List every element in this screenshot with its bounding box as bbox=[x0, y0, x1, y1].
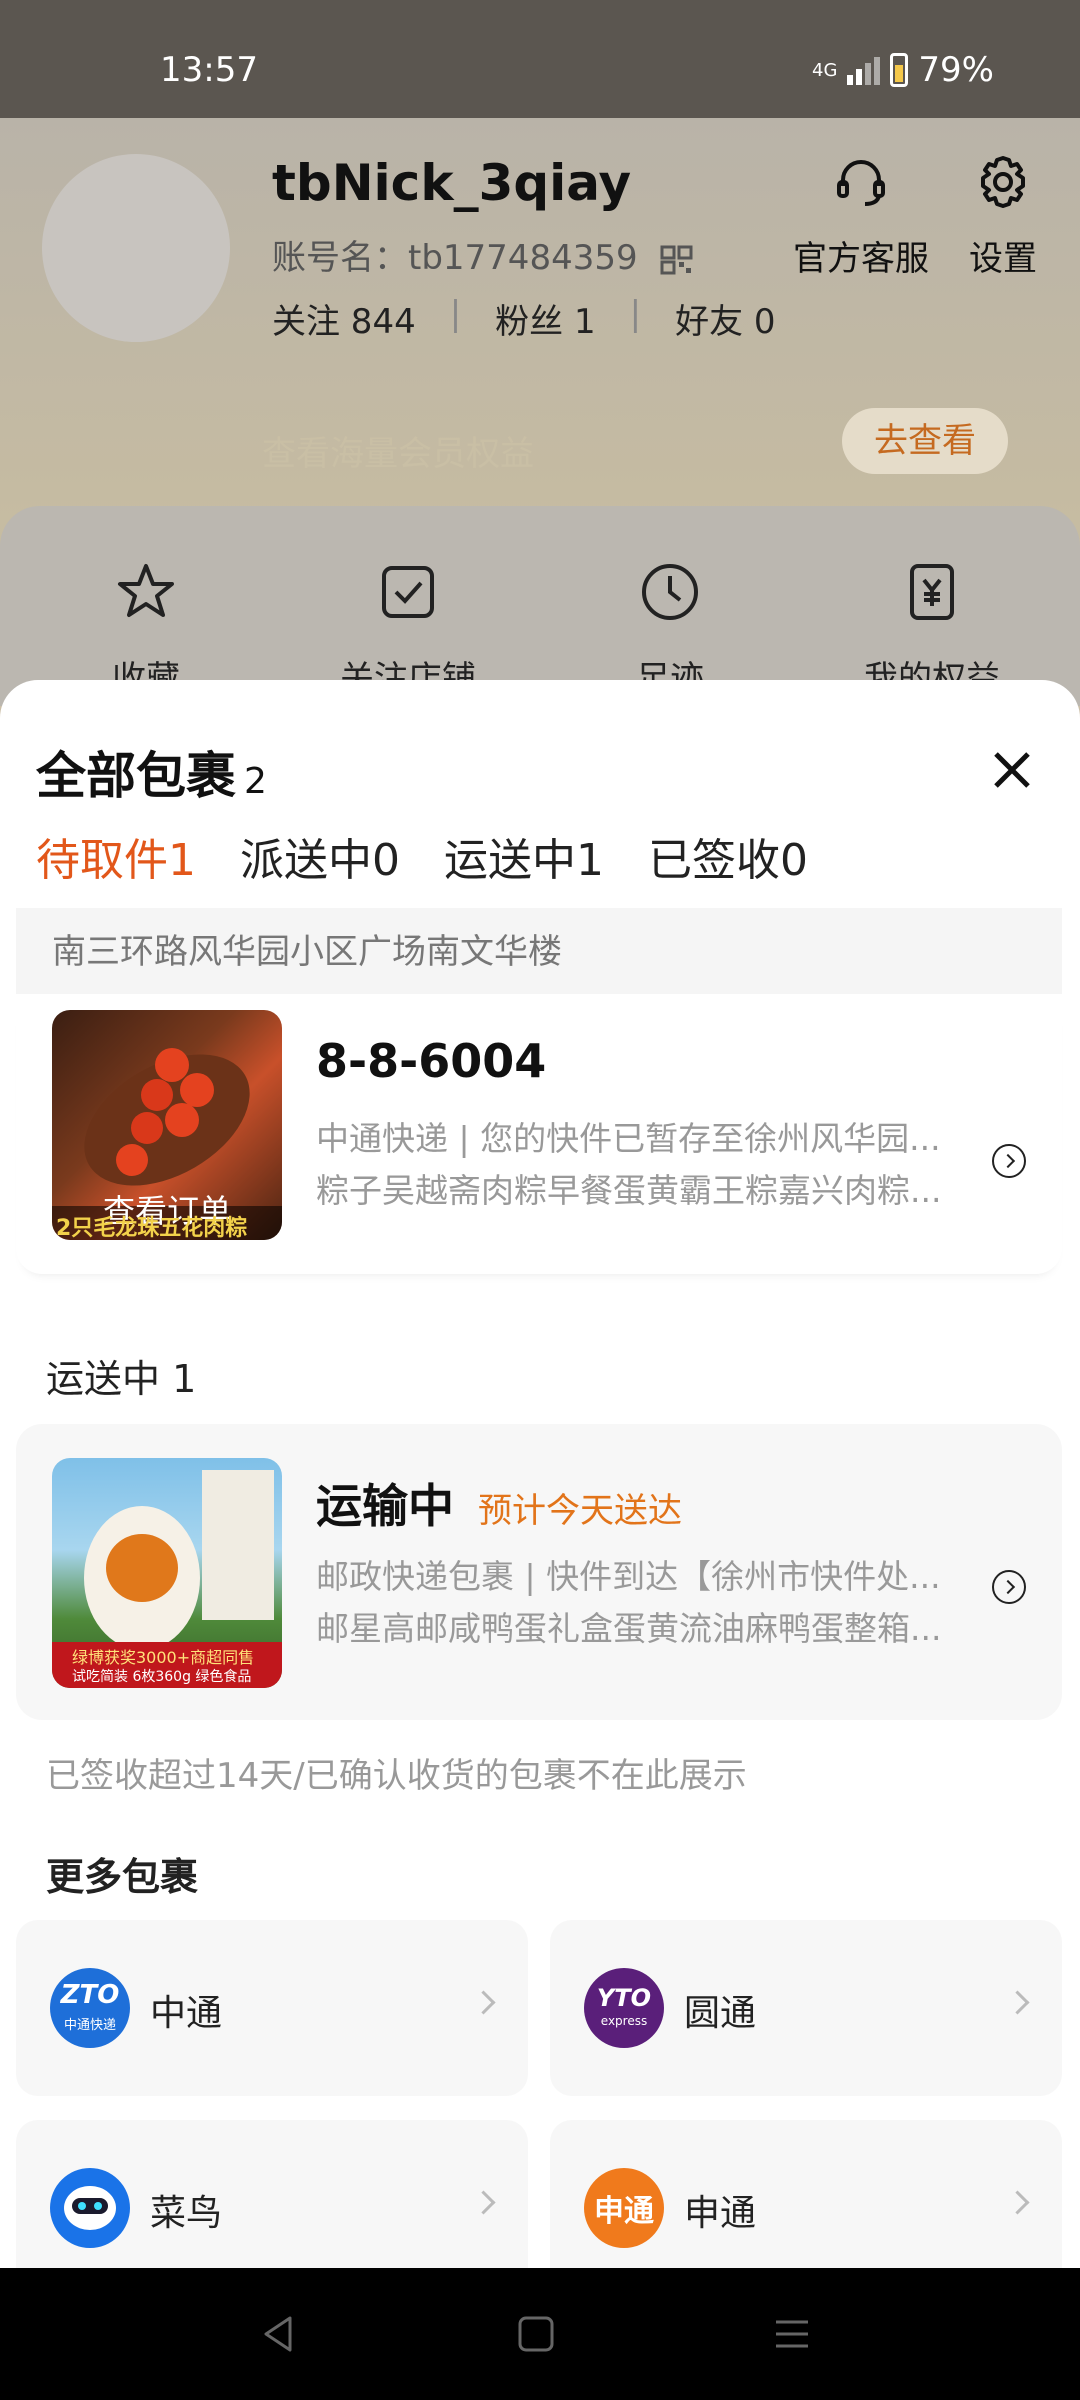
quick-action-benefits[interactable]: 我的权益 bbox=[832, 560, 1032, 700]
settings-button[interactable]: 设置 bbox=[928, 152, 1078, 280]
transit-product-image: 绿博获奖3000+商超同售 试吃简装 6枚360g 绿色食品 bbox=[52, 1458, 282, 1688]
quick-action-followed-stores[interactable]: 关注店铺 bbox=[308, 560, 508, 700]
courier-name: 申通 bbox=[684, 2193, 757, 2234]
image-subtitle: 试吃简装 6枚360g 绿色食品 bbox=[72, 1669, 252, 1685]
divider: | bbox=[449, 294, 462, 334]
tab-delivering[interactable]: 派送中0 bbox=[240, 824, 400, 888]
more-packages-title: 更多包裹 bbox=[46, 1855, 199, 1899]
tab-in-transit[interactable]: 运送中1 bbox=[444, 824, 604, 888]
sheet-title: 全部包裹 2 bbox=[36, 736, 267, 808]
profile-stats: 关注 844 | 粉丝 1 | 好友 0 bbox=[272, 294, 776, 343]
transit-package-card[interactable]: 绿博获奖3000+商超同售 试吃简装 6枚360g 绿色食品 运输中 预计今天送达… bbox=[16, 1424, 1062, 1720]
pickup-code: 8-8-6004 bbox=[316, 1034, 547, 1088]
account-name: 账号名：tb177484359 bbox=[272, 230, 694, 279]
in-transit-section-title: 运送中 1 bbox=[46, 1357, 197, 1401]
customer-service-button[interactable]: 官方客服 bbox=[786, 152, 936, 280]
yto-logo-text: YTO bbox=[596, 1984, 652, 2012]
zto-logo-text: ZTO bbox=[60, 1980, 120, 2010]
transit-status-title: 运输中 预计今天送达 bbox=[316, 1470, 682, 1536]
transit-status: 运输中 bbox=[316, 1479, 454, 1533]
cainiao-face-graphic bbox=[64, 2186, 116, 2230]
quick-action-favorites[interactable]: 收藏 bbox=[46, 560, 246, 700]
tab-signed[interactable]: 已签收0 bbox=[648, 824, 808, 888]
chevron-right-icon bbox=[471, 1990, 496, 2015]
view-benefits-button[interactable]: 去查看 bbox=[842, 408, 1008, 474]
courier-name: 中通 bbox=[150, 1993, 223, 2034]
zto-logo-icon: ZTO 中通快递 bbox=[50, 1968, 130, 2048]
customer-service-label: 官方客服 bbox=[793, 239, 929, 279]
sheet-title-text: 全部包裹 bbox=[36, 747, 236, 805]
following-count[interactable]: 关注 844 bbox=[272, 294, 416, 343]
pickup-address: 南三环路风华园小区广场南文华楼 bbox=[16, 908, 1062, 994]
cainiao-bird-icon bbox=[50, 2168, 130, 2248]
account-label: 账号名：tb177484359 bbox=[272, 238, 638, 278]
checked-store-icon bbox=[382, 566, 434, 618]
status-tabs: 待取件1 派送中0 运送中1 已签收0 bbox=[36, 824, 808, 888]
image-caption: 2只毛龙珠五花肉粽 bbox=[56, 1216, 248, 1240]
sto-logo-text: 申通 bbox=[594, 2194, 654, 2229]
transit-eta: 预计今天送达 bbox=[478, 1491, 682, 1531]
voucher-icon bbox=[910, 564, 954, 620]
tab-pending-pickup[interactable]: 待取件1 bbox=[36, 824, 196, 888]
pickup-courier-line: 中通快递 | 您的快件已暂存至徐州风华园... bbox=[316, 1119, 941, 1158]
clock-icon bbox=[642, 564, 698, 620]
signal-icon bbox=[847, 55, 881, 85]
image-badge: 绿博获奖3000+商超同售 bbox=[72, 1648, 255, 1667]
fans-count[interactable]: 粉丝 1 bbox=[495, 294, 595, 343]
chevron-right-icon bbox=[1005, 2190, 1030, 2215]
sto-logo-icon: 申通 bbox=[584, 2168, 664, 2248]
courier-name: 圆通 bbox=[684, 1993, 757, 2034]
battery-percent: 79% bbox=[918, 50, 994, 90]
pickup-address-text: 南三环路风华园小区广场南文华楼 bbox=[52, 932, 562, 972]
yto-logo-icon: YTO express bbox=[584, 1968, 664, 2048]
settings-label: 设置 bbox=[969, 239, 1037, 279]
home-icon[interactable] bbox=[516, 2314, 556, 2354]
gear-icon bbox=[981, 156, 1025, 208]
headset-icon bbox=[837, 160, 885, 206]
divider: | bbox=[629, 294, 642, 334]
chevron-right-icon bbox=[1005, 1990, 1030, 2015]
chevron-right-circle-icon[interactable] bbox=[992, 1570, 1026, 1604]
avatar[interactable] bbox=[42, 154, 230, 342]
status-right: 4G 79% bbox=[812, 50, 994, 90]
courier-name: 菜鸟 bbox=[150, 2193, 223, 2234]
status-bar: 13:57 4G 79% bbox=[0, 0, 1080, 118]
pickup-product-image: 查看订单 2只毛龙珠五花肉粽 bbox=[52, 1010, 282, 1240]
courier-yto[interactable]: YTO express 圆通 bbox=[550, 1920, 1062, 2096]
system-navigation-bar bbox=[0, 2268, 1080, 2400]
packages-sheet: 全部包裹 2 待取件1 派送中0 运送中1 已签收0 南三环路风华园小区广场南文华… bbox=[0, 680, 1080, 2268]
battery-icon bbox=[890, 53, 909, 87]
quick-action-history[interactable]: 足迹 bbox=[570, 560, 770, 700]
courier-cainiao[interactable]: 菜鸟 bbox=[16, 2120, 528, 2268]
chevron-right-circle-icon[interactable] bbox=[992, 1144, 1026, 1178]
star-icon bbox=[118, 564, 174, 617]
friends-count[interactable]: 好友 0 bbox=[675, 294, 775, 343]
transit-product-line: 邮星高邮咸鸭蛋礼盒蛋黄流油麻鸭蛋整箱... bbox=[316, 1609, 942, 1648]
network-label: 4G bbox=[812, 59, 838, 81]
yto-logo-subtext: express bbox=[600, 2014, 648, 2028]
vip-benefits-text: 查看海量会员权益 bbox=[262, 434, 534, 474]
courier-zto[interactable]: ZTO 中通快递 中通 bbox=[16, 1920, 528, 2096]
transit-courier-line: 邮政快递包裹 | 快件到达【徐州市快件处... bbox=[316, 1557, 941, 1596]
close-icon[interactable] bbox=[988, 746, 1036, 794]
courier-sto[interactable]: 申通 申通 bbox=[550, 2120, 1062, 2268]
recents-menu-icon[interactable] bbox=[772, 2314, 812, 2354]
pickup-package-card[interactable]: 查看订单 2只毛龙珠五花肉粽 8-8-6004 中通快递 | 您的快件已暂存至徐… bbox=[16, 994, 1062, 1274]
qrcode-icon[interactable] bbox=[660, 245, 694, 275]
status-time: 13:57 bbox=[160, 50, 258, 90]
chevron-right-icon bbox=[471, 2190, 496, 2215]
nickname: tbNick_3qiay bbox=[272, 154, 632, 212]
zto-logo-subtext: 中通快递 bbox=[63, 2018, 116, 2033]
hidden-packages-note: 已签收超过14天/已确认收货的包裹不在此展示 bbox=[46, 1756, 747, 1796]
pickup-product-line: 粽子吴越斋肉粽早餐蛋黄霸王粽嘉兴肉粽... bbox=[316, 1171, 942, 1210]
back-icon[interactable] bbox=[258, 2312, 298, 2356]
package-count: 2 bbox=[244, 761, 267, 802]
